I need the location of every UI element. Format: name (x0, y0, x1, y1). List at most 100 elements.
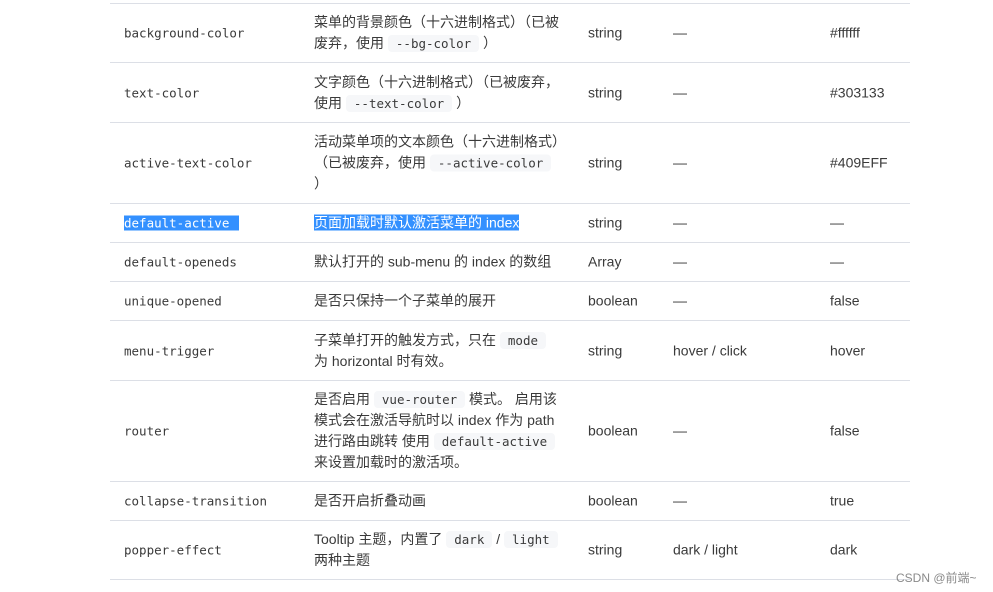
attribute-name: popper-effect (124, 540, 222, 561)
description-text: 两种主题 (314, 552, 370, 568)
attribute-type-text: string (588, 24, 623, 41)
attribute-name-text: background-color (124, 25, 245, 41)
attribute-type-text: string (588, 154, 623, 171)
attribute-options: hover / click (673, 340, 747, 361)
table-row: active-text-color 活动菜单项的文本颜色（十六进制格式）（已被废弃… (110, 123, 910, 204)
attribute-description: 文字颜色（十六进制格式）（已被废弃，使用 --text-color ） (314, 72, 560, 114)
attribute-name: unique-opened (124, 291, 222, 312)
attribute-options: — (673, 252, 687, 273)
attribute-options-text: — (673, 84, 687, 100)
attribute-description: 活动菜单项的文本颜色（十六进制格式）（已被废弃，使用 --active-colo… (314, 132, 560, 195)
attribute-options-text: — (673, 24, 687, 41)
attribute-default-text: #303133 (830, 84, 885, 100)
attribute-type-text: string (588, 214, 623, 231)
attribute-default-text: false (830, 422, 860, 439)
attribute-type: boolean (588, 491, 638, 512)
attribute-options-text: dark / light (673, 541, 738, 558)
inline-code: --active-color (429, 154, 552, 172)
attribute-default: #303133 (830, 82, 885, 103)
description-text: 为 horizontal 时有效。 (314, 352, 453, 369)
attribute-description: 页面加载时默认激活菜单的 index (314, 213, 560, 234)
attribute-type: boolean (588, 291, 638, 312)
attribute-name: text-color (124, 82, 199, 103)
attribute-type: string (588, 153, 622, 174)
attribute-type: boolean (588, 421, 638, 442)
description-text: ） (314, 175, 328, 192)
attribute-name-text: active-text-color (124, 155, 252, 171)
description-text: 是否开启折叠动画 (314, 492, 426, 509)
attribute-options-text: — (673, 422, 687, 439)
table-row: popper-effect Tooltip 主题，内置了 dark / light… (110, 521, 910, 580)
attribute-type: Array (588, 252, 621, 273)
attribute-default: #ffffff (830, 23, 860, 44)
attribute-type-text: string (588, 541, 623, 558)
attribute-description: 子菜单打开的触发方式，只在 mode 为 horizontal 时有效。 (314, 330, 560, 372)
attribute-options: — (673, 23, 687, 44)
attribute-type-text: string (588, 84, 623, 100)
attribute-default: false (830, 421, 860, 442)
inline-code: mode (499, 331, 546, 349)
table-row: menu-trigger 子菜单打开的触发方式，只在 mode 为 horizon… (110, 321, 910, 381)
attribute-default-text: #409EFF (830, 154, 888, 171)
attribute-options: — (673, 153, 687, 174)
attribute-description: 是否只保持一个子菜单的展开 (314, 291, 560, 312)
attribute-default: #409EFF (830, 153, 888, 174)
table-row: router 是否启用 vue-router 模式。 启用该模式会在激活导航时以 … (110, 381, 910, 482)
attribute-type-text: Array (588, 253, 622, 270)
description-text: / (492, 531, 505, 547)
attribute-default-text: false (830, 292, 860, 309)
inline-code: default-active (433, 433, 556, 450)
attribute-description: 菜单的背景颜色（十六进制格式）（已被废弃，使用 --bg-color ） (314, 12, 560, 54)
attribute-default-text: hover (830, 342, 866, 358)
attribute-default: dark (830, 540, 857, 561)
inline-code: vue-router (373, 391, 466, 408)
attribute-options-text: — (673, 253, 687, 270)
attribute-name-text: collapse-transition (124, 493, 267, 509)
attribute-name-text: router (124, 423, 170, 439)
attribute-options: — (673, 491, 687, 512)
description-text: Tooltip 主题，内置了 (314, 531, 447, 547)
description-text: 是否只保持一个子菜单的展开 (314, 292, 496, 309)
description-text: 来设置加载时的激活项。 (314, 454, 468, 470)
attribute-default-text: — (830, 214, 844, 231)
attribute-type-text: string (588, 342, 623, 358)
attribute-name: menu-trigger (124, 340, 214, 361)
table-row: default-openeds 默认打开的 sub-menu 的 index 的数… (110, 243, 910, 282)
table-row: default-active 页面加载时默认激活菜单的 index string — — (110, 204, 910, 243)
description-text: 是否启用 (314, 391, 374, 407)
attribute-default: false (830, 291, 860, 312)
attribute-name: active-text-color (124, 153, 252, 174)
inline-code: dark (446, 531, 493, 548)
description-text: ） (452, 94, 471, 111)
inline-code: light (504, 531, 558, 548)
attribute-options: dark / light (673, 540, 738, 561)
attribute-name: background-color (124, 23, 244, 44)
attribute-type: string (588, 540, 622, 561)
attribute-default: — (830, 213, 844, 234)
attribute-options: — (673, 82, 687, 103)
attribute-name: router (124, 421, 169, 442)
attribute-options-text: hover / click (673, 342, 747, 358)
description-text: ） (479, 35, 498, 51)
attribute-description: 是否开启折叠动画 (314, 491, 560, 512)
attribute-default-text: dark (830, 541, 858, 558)
attribute-name-text: unique-opened (124, 293, 222, 309)
description-text: 页面加载时默认激活菜单的 index (314, 214, 520, 231)
attribute-type: string (588, 23, 622, 44)
inline-code: --text-color (345, 94, 453, 112)
attribute-name-text: popper-effect (124, 542, 222, 558)
description-text: 默认打开的 sub-menu 的 index 的数组 (314, 253, 552, 270)
attribute-type: string (588, 82, 622, 103)
attribute-default-text: — (830, 253, 844, 270)
attribute-options-text: — (673, 492, 687, 509)
attribute-type: string (588, 340, 622, 361)
description-text: 子菜单打开的触发方式，只在 (314, 331, 500, 348)
attribute-options-text: — (673, 292, 687, 309)
attribute-type-text: boolean (588, 422, 638, 439)
attribute-options: — (673, 421, 687, 442)
table-row: unique-opened 是否只保持一个子菜单的展开 boolean — false (110, 282, 910, 321)
attribute-default-text: #ffffff (830, 24, 860, 41)
attribute-options-text: — (673, 154, 687, 171)
attribute-name: default-active (124, 213, 240, 234)
attribute-type-text: boolean (588, 292, 638, 309)
